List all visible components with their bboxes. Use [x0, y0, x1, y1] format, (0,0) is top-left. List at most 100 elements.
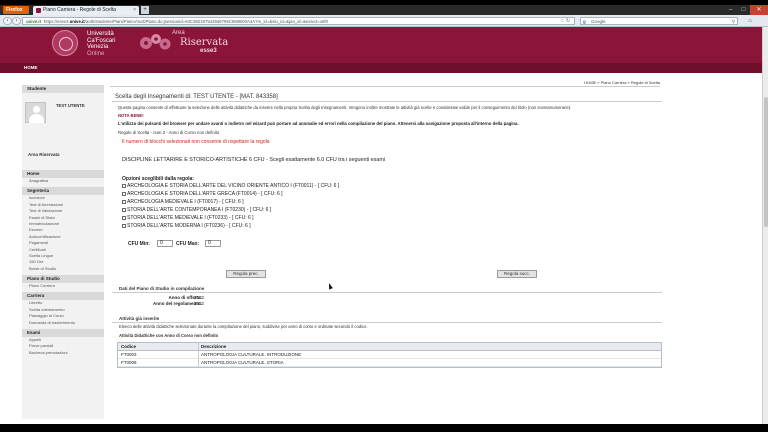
option-label: ARCHEOLOGIA E STORIA DELL'ARTE GRECA (FT… — [127, 191, 283, 197]
sidebar-section-header[interactable]: Esami — [22, 329, 104, 338]
activities-subtitle: Attività Didattiche con Anno di Corso no… — [119, 332, 219, 338]
site-identity-badge[interactable]: unive.it — [26, 19, 41, 24]
rule-description: DISCIPLINE LETTARIRE E STORICO-ARTISTICH… — [122, 157, 386, 163]
cell-codice: FT0006 — [121, 360, 137, 366]
table-row: FT0006 ANTROPOLOGIA CULTURALE. STORIA — [118, 358, 661, 367]
maximize-button[interactable]: □ — [737, 5, 750, 15]
sidebar: Studente TEST UTENTE Area Riservata Home… — [22, 85, 104, 419]
anno-regolamento-row: Anno del regolamento: 2012 — [112, 301, 662, 307]
option-checkbox[interactable] — [122, 216, 126, 220]
close-window-button[interactable]: ✕ — [750, 5, 768, 15]
navigation-warning: L'utilizzo dei pulsanti del browser per … — [118, 121, 519, 126]
favicon-icon — [36, 8, 41, 13]
option-label: ARCHEOLOGIA E STORIA DELL'ARTE DEL VICIN… — [127, 183, 340, 189]
next-rule-button[interactable]: Regola succ. — [497, 270, 537, 278]
new-tab-button[interactable]: + — [141, 6, 149, 14]
browser-navbar: ‹ › unive.it https://esse3.unive.it/auth/… — [0, 15, 768, 27]
university-logo-text[interactable]: Università Ca'Foscari Venezia Online — [87, 31, 116, 57]
google-icon: g — [583, 19, 586, 24]
option-checkbox[interactable] — [122, 192, 126, 196]
sidebar-section-header[interactable]: Piano di Studio — [22, 275, 104, 284]
site-header: Università Ca'Foscari Venezia Online Are… — [0, 27, 768, 73]
page-scrollbar[interactable] — [762, 27, 768, 424]
activities-description: Elenco delle attività didattiche selezio… — [119, 323, 368, 329]
url-path: /auth/studente/Piani/PianoAnoDPiano.do;j… — [84, 19, 328, 24]
flower-decoration-icon — [140, 34, 171, 50]
rule-error-message: Il numero di blocchi selezionati non con… — [122, 139, 270, 145]
option-row[interactable]: STORIA DELL'ARTE MODERNA I (FT0236) - [ … — [112, 222, 662, 230]
option-row[interactable]: ARCHEOLOGIA E STORIA DELL'ARTE GRECA (FT… — [112, 190, 662, 198]
firefox-menu-button[interactable]: Firefox — [3, 6, 29, 14]
url-host: unive.it — [69, 19, 85, 24]
option-row[interactable]: ARCHEOLOGIA E STORIA DELL'ARTE DEL VICIN… — [112, 182, 662, 190]
area-riservata-logo: Riservata — [180, 37, 229, 48]
option-row[interactable]: ARCHEOLOGIA MEDIEVALE I (FT0017) - [ CFU… — [112, 198, 662, 206]
esse3-logo: esse3 — [200, 48, 217, 54]
option-label: ARCHEOLOGIA MEDIEVALE I (FT0017) - [ CFU… — [127, 199, 244, 205]
main-content: Scelta degli Insegnamenti di: TEST UTENT… — [112, 93, 662, 368]
url-star-reload-icons[interactable]: ☆ ↻ — [560, 17, 570, 25]
sidebar-item[interactable]: Piano Carriera — [22, 283, 104, 289]
option-label: STORIA DELL'ARTE MODERNA I (FT0236) - [ … — [127, 223, 251, 229]
url-input[interactable]: unive.it https://esse3.unive.it/auth/stud… — [22, 17, 575, 25]
option-checkbox[interactable] — [122, 208, 126, 212]
window-controls: – □ ✕ — [724, 5, 768, 15]
breadcrumb[interactable]: HOME » Piano Carriera » Regole di Scelta — [584, 80, 660, 85]
previous-rule-button[interactable]: Regola prec. — [226, 270, 266, 278]
table-header: Codice Descrizione — [118, 342, 661, 351]
activities-section-title: Attività già inserite — [112, 314, 662, 323]
option-checkbox[interactable] — [122, 224, 126, 228]
url-prefix: https://esse3. — [44, 19, 70, 24]
tab-close-icon[interactable]: × — [133, 6, 136, 15]
logo-line: Online — [87, 50, 105, 57]
option-checkbox[interactable] — [122, 184, 126, 188]
anno-regolamento-value: 2012 — [194, 301, 205, 307]
browser-tab[interactable]: Piano Carriera - Regole di Scelta × — [33, 6, 139, 15]
sidebar-student-header: Studente — [22, 85, 104, 93]
sidebar-section-header[interactable]: Segreteria — [22, 187, 104, 196]
sidebar-item[interactable]: Bacheca prenotazioni — [22, 350, 104, 356]
search-placeholder: Google — [591, 19, 606, 24]
home-icon[interactable]: ⌂ — [745, 17, 755, 25]
tab-title: Piano Carriera - Regole di Scelta — [43, 7, 117, 13]
cfu-min-label: CFU Min: — [128, 241, 150, 247]
option-checkbox[interactable] — [122, 200, 126, 204]
sidebar-item[interactable]: Anagrafica — [22, 178, 104, 184]
scroll-thumb[interactable] — [764, 97, 768, 227]
sidebar-item[interactable]: Domanda di trasferimento — [22, 320, 104, 326]
university-seal-icon — [52, 30, 78, 56]
area-label: Area — [172, 30, 185, 36]
browser-titlebar: Firefox Piano Carriera - Regole di Scelt… — [0, 5, 768, 15]
cfu-min-field: 0 — [157, 240, 173, 247]
forward-arrow-icon[interactable]: › — [12, 17, 21, 25]
activities-table: Codice Descrizione FT0003 ANTROPOLOGIA CU… — [117, 341, 662, 368]
options-title: Opzioni sceglibili dalla regola: — [122, 176, 194, 182]
option-row[interactable]: STORIA DELL'ARTE MEDIEVALE I (FT0233) - … — [112, 214, 662, 222]
option-label: STORIA DELL'ARTE MEDIEVALE I (FT0233) - … — [127, 215, 254, 221]
video-letterbox-bottom — [0, 424, 768, 432]
nav-home-link[interactable]: HOME — [24, 65, 38, 70]
options-list: ARCHEOLOGIA E STORIA DELL'ARTE DEL VICIN… — [112, 182, 662, 230]
cfu-max-field: 0 — [205, 240, 221, 247]
nota-bene-label: NOTA BENE! — [118, 113, 144, 118]
page-description: Questa pagina consente di effettuare la … — [118, 105, 572, 110]
area-riservata-label: Area Riservata — [28, 152, 60, 157]
column-header-descrizione: Descrizione — [201, 344, 227, 350]
option-row[interactable]: STORIA DELL'ARTE CONTEMPORANEA I (FT0230… — [112, 206, 662, 214]
back-arrow-icon[interactable]: ‹ — [3, 17, 12, 25]
sidebar-item[interactable]: Borse di Studio — [22, 266, 104, 272]
cfu-summary: CFU Min: 0 CFU Max: 0 — [112, 240, 662, 250]
sidebar-section-header[interactable]: Home — [22, 170, 104, 178]
cfu-max-label: CFU Max: — [176, 241, 200, 247]
sidebar-section-header[interactable]: Carriera — [22, 292, 104, 301]
cell-descrizione: ANTROPOLOGIA CULTURALE. STORIA — [201, 360, 284, 366]
rule-header: Regole di Scelta - num.3 - Anno di Corso… — [118, 130, 220, 135]
cell-descrizione: ANTROPOLOGIA CULTURALE. INTRODUZIONE — [201, 352, 302, 358]
option-label: STORIA DELL'ARTE CONTEMPORANEA I (FT0230… — [127, 207, 272, 213]
search-input[interactable]: g Google ⚲ — [580, 17, 738, 25]
sidebar-menu: Home Anagrafica Segreteria Iscrizioni Test d… — [22, 167, 104, 356]
search-icon[interactable]: ⚲ — [732, 18, 735, 25]
rule-navigation: Regola prec. Regola succ. — [112, 270, 662, 280]
minimize-button[interactable]: – — [724, 5, 737, 15]
table-body: FT0003 ANTROPOLOGIA CULTURALE. INTRODUZIO… — [118, 350, 661, 367]
